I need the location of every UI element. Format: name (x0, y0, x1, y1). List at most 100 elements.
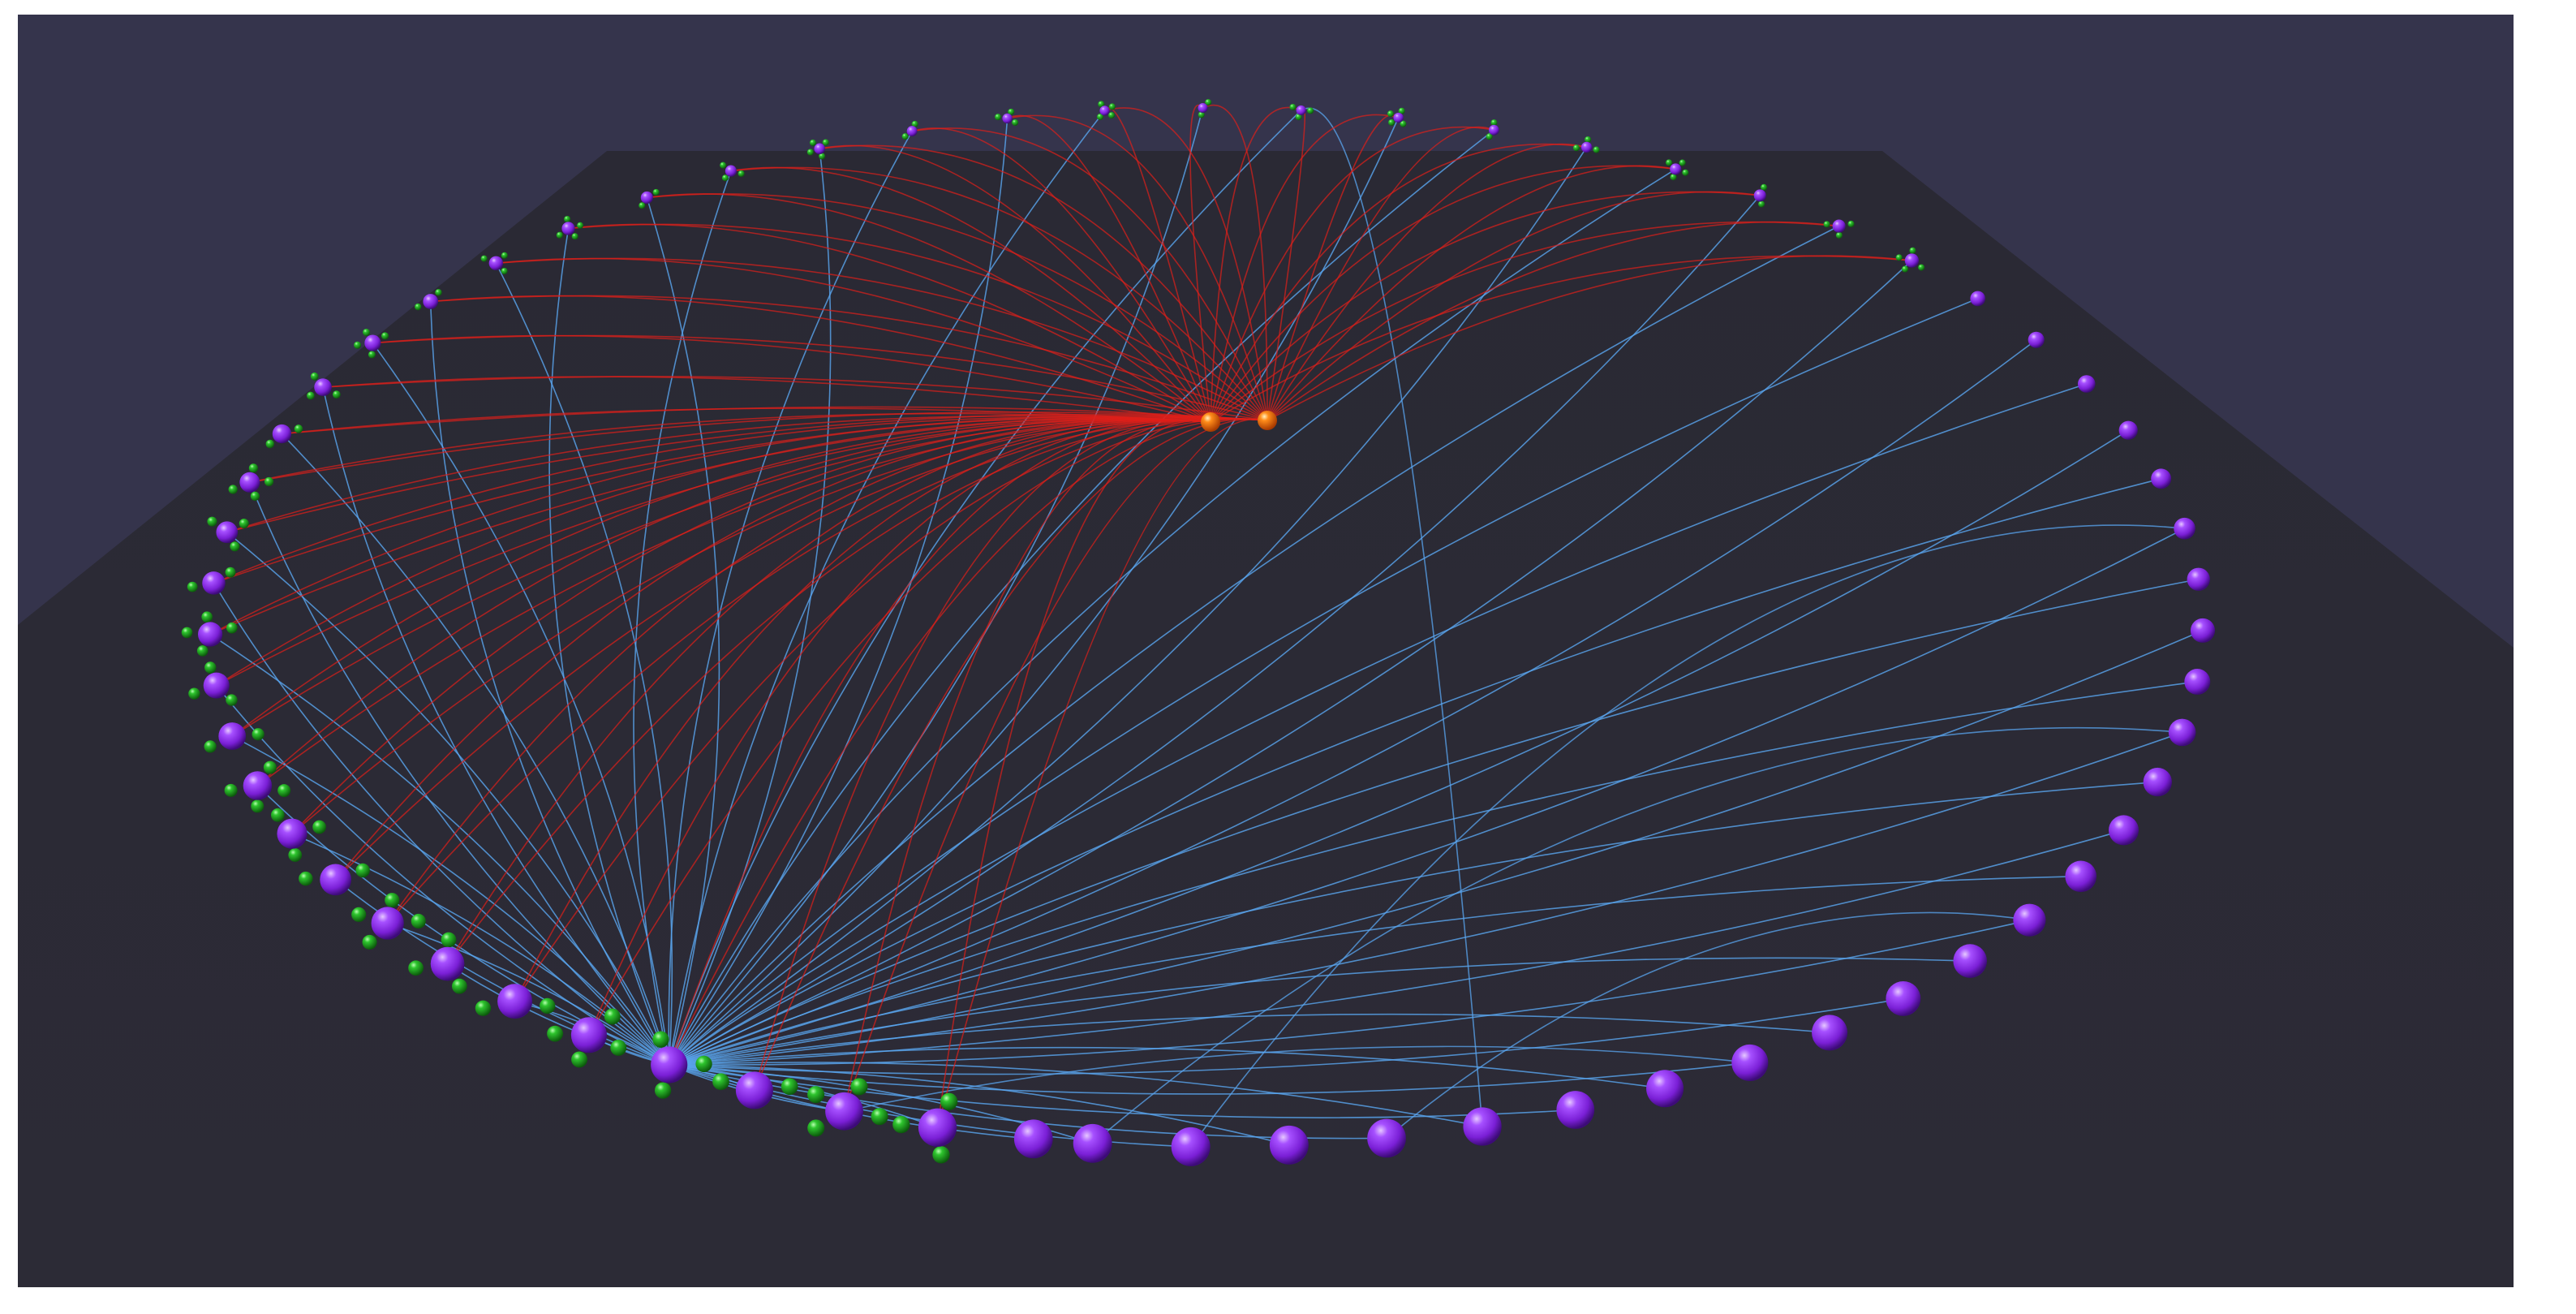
leaf-node[interactable] (294, 424, 303, 433)
leaf-node[interactable] (1761, 183, 1768, 191)
leaf-node[interactable] (408, 960, 424, 976)
leaf-node[interactable] (1666, 159, 1673, 166)
leaf-node[interactable] (480, 255, 488, 262)
leaf-node[interactable] (332, 390, 341, 399)
leaf-node[interactable] (1012, 118, 1019, 126)
ring-node[interactable] (488, 256, 504, 270)
ring-node[interactable] (1296, 105, 1306, 115)
leaf-node[interactable] (1847, 220, 1855, 227)
ring-node[interactable] (1753, 189, 1766, 202)
ring-node[interactable] (2065, 860, 2097, 893)
leaf-node[interactable] (1289, 103, 1297, 110)
ring-node[interactable] (570, 1017, 607, 1053)
ring-node[interactable] (314, 378, 332, 396)
leaf-node[interactable] (564, 216, 571, 223)
network-scene[interactable] (18, 15, 2514, 1287)
leaf-node[interactable] (556, 231, 563, 239)
ring-node[interactable] (1670, 163, 1682, 175)
ring-node[interactable] (364, 334, 381, 351)
ring-node[interactable] (2077, 375, 2096, 393)
ring-node[interactable] (651, 1046, 688, 1084)
ring-node[interactable] (497, 984, 533, 1019)
leaf-node[interactable] (1682, 169, 1689, 176)
leaf-node[interactable] (604, 1008, 621, 1025)
leaf-node[interactable] (441, 932, 457, 948)
leaf-node[interactable] (695, 1055, 712, 1073)
leaf-node[interactable] (307, 391, 315, 400)
leaf-node[interactable] (1679, 159, 1686, 166)
ring-node[interactable] (1904, 253, 1920, 268)
ring-node[interactable] (2187, 567, 2210, 591)
leaf-node[interactable] (381, 332, 389, 340)
leaf-node[interactable] (1835, 231, 1843, 239)
leaf-node[interactable] (230, 541, 240, 552)
leaf-node[interactable] (1895, 254, 1903, 261)
ring-node[interactable] (2013, 903, 2046, 937)
ring-node[interactable] (1731, 1044, 1769, 1081)
leaf-node[interactable] (807, 1119, 825, 1137)
ring-node[interactable] (2151, 468, 2172, 489)
leaf-node[interactable] (654, 1082, 672, 1099)
ring-node[interactable] (735, 1071, 773, 1109)
leaf-node[interactable] (310, 372, 319, 381)
leaf-node[interactable] (277, 784, 291, 798)
ring-node[interactable] (561, 222, 575, 235)
leaf-node[interactable] (547, 1025, 564, 1042)
leaf-node[interactable] (239, 519, 249, 529)
ring-node[interactable] (918, 1108, 957, 1147)
ring-node[interactable] (243, 771, 273, 800)
ring-node[interactable] (1812, 1015, 1848, 1051)
ring-node[interactable] (1099, 106, 1110, 116)
ring-node[interactable] (906, 126, 918, 136)
ring-node[interactable] (277, 818, 307, 849)
ring-node[interactable] (203, 672, 230, 699)
leaf-node[interactable] (540, 997, 556, 1015)
ring-node[interactable] (320, 864, 351, 896)
ring-node[interactable] (1002, 113, 1013, 124)
leaf-node[interactable] (368, 351, 376, 359)
leaf-node[interactable] (226, 622, 238, 634)
ring-node[interactable] (239, 472, 260, 493)
leaf-node[interactable] (224, 783, 238, 797)
leaf-node[interactable] (501, 252, 508, 259)
leaf-node[interactable] (263, 760, 277, 774)
leaf-node[interactable] (225, 567, 236, 578)
ring-node[interactable] (1013, 1119, 1053, 1159)
leaf-node[interactable] (1909, 247, 1916, 254)
leaf-node[interactable] (265, 439, 275, 449)
ring-node[interactable] (1367, 1118, 1406, 1158)
leaf-node[interactable] (652, 1031, 669, 1048)
ring-node[interactable] (202, 571, 226, 595)
leaf-node[interactable] (1572, 144, 1580, 152)
leaf-node[interactable] (204, 661, 217, 674)
ring-node[interactable] (423, 294, 439, 309)
ring-node[interactable] (2118, 420, 2138, 440)
leaf-node[interactable] (435, 289, 442, 296)
leaf-node[interactable] (204, 740, 217, 753)
leaf-node[interactable] (1918, 264, 1925, 271)
leaf-node[interactable] (299, 871, 313, 886)
ring-node[interactable] (1198, 103, 1208, 114)
ring-node[interactable] (1073, 1123, 1112, 1163)
ring-node[interactable] (1953, 944, 1987, 978)
leaf-node[interactable] (850, 1078, 868, 1096)
leaf-node[interactable] (252, 728, 264, 741)
leaf-node[interactable] (501, 268, 508, 275)
leaf-node[interactable] (781, 1078, 798, 1096)
ring-node[interactable] (1580, 141, 1593, 153)
leaf-node[interactable] (577, 222, 584, 229)
leaf-node[interactable] (940, 1092, 958, 1110)
leaf-node[interactable] (901, 133, 909, 140)
leaf-node[interactable] (1108, 103, 1116, 110)
leaf-node[interactable] (1823, 221, 1830, 228)
leaf-node[interactable] (451, 978, 467, 994)
leaf-node[interactable] (251, 799, 264, 813)
leaf-node[interactable] (1758, 200, 1765, 208)
leaf-node[interactable] (250, 491, 260, 502)
leaf-node[interactable] (362, 934, 377, 950)
leaf-node[interactable] (1388, 118, 1396, 126)
leaf-node[interactable] (385, 893, 400, 908)
leaf-node[interactable] (822, 139, 829, 146)
leaf-node[interactable] (721, 174, 729, 182)
ring-node[interactable] (216, 521, 239, 544)
